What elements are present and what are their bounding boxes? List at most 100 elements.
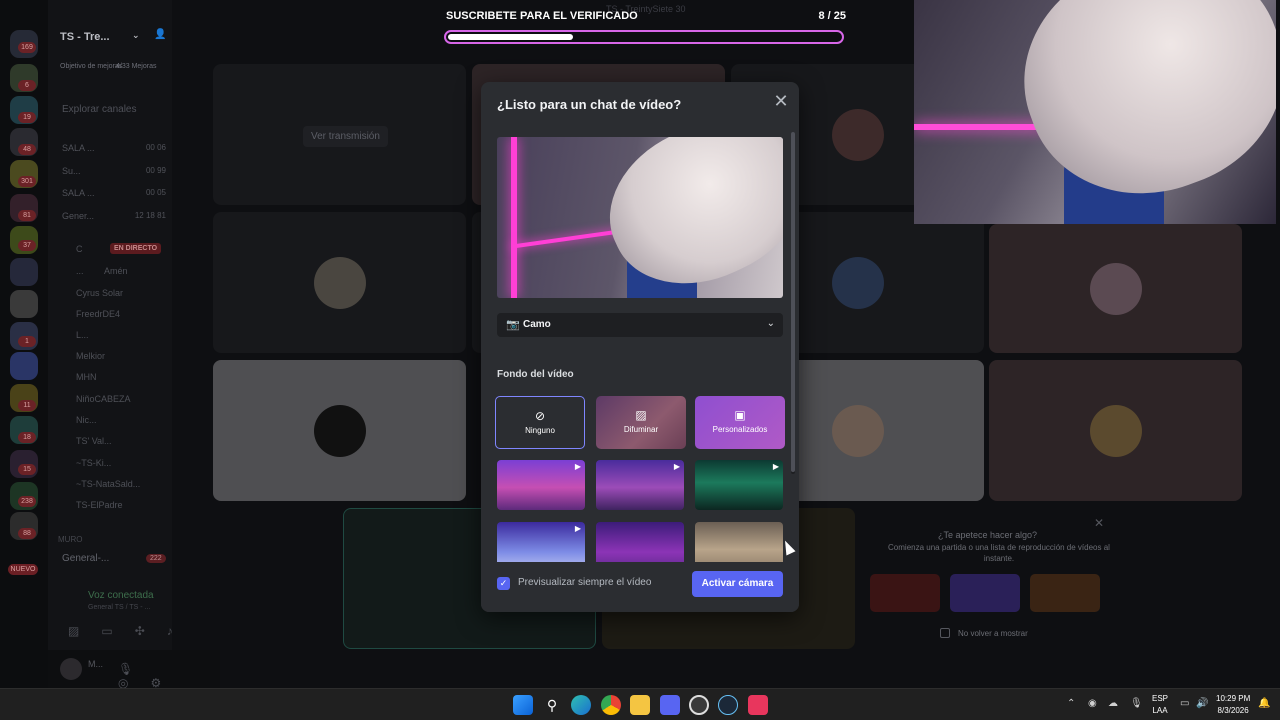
always-preview-checkbox[interactable]: ✓: [497, 577, 510, 590]
search-icon[interactable]: ⚲: [542, 695, 562, 715]
taskbar: ⚲ ⌃ ◉ ☁ 🎙 ESP LAA ▭ 🔊 10:29 PM 8/3/2026 🔔: [0, 688, 1280, 720]
video-tile[interactable]: Ver transmisión: [213, 64, 466, 205]
category-header[interactable]: MURO: [58, 535, 82, 544]
background-thumbnail[interactable]: ▶: [497, 460, 585, 510]
member-name: ...: [76, 266, 84, 276]
obs-icon[interactable]: [689, 695, 709, 715]
member-item[interactable]: TS' Val...: [76, 436, 184, 446]
soundboard-icon[interactable]: ♪: [167, 624, 195, 638]
member-item[interactable]: NiñoCABEZA: [76, 394, 184, 404]
server-name: TS - Tre...: [60, 31, 110, 43]
video-tile[interactable]: [989, 360, 1242, 501]
play-icon: ▶: [772, 462, 779, 471]
chevron-up-icon[interactable]: ⌃: [1067, 698, 1075, 709]
live-badge: EN DIRECTO: [110, 243, 162, 254]
channel-item[interactable]: SALA ... 00 06: [62, 143, 170, 153]
channel-count: 12 18 81: [134, 211, 166, 220]
member-item[interactable]: TS-ElPadre: [76, 500, 184, 510]
member-item[interactable]: Cyrus Solar: [76, 288, 184, 298]
discord-icon[interactable]: [660, 695, 680, 715]
folder-icon[interactable]: [630, 695, 650, 715]
tiktok-icon[interactable]: [748, 695, 768, 715]
background-none-option[interactable]: ⊘ Ninguno: [495, 396, 585, 449]
mic-icon[interactable]: 🎙: [1130, 698, 1143, 709]
avatar[interactable]: [60, 658, 82, 680]
banner-count: 8 / 25: [818, 10, 846, 22]
mic-icon[interactable]: 🎙: [118, 662, 155, 676]
channel-item[interactable]: SALA ... 00 05: [62, 188, 170, 198]
display-icon[interactable]: ▭: [1180, 698, 1189, 709]
watch-stream-button[interactable]: Ver transmisión: [303, 126, 388, 147]
explore-channels[interactable]: Explorar canales: [62, 104, 136, 115]
channel-count: 00 99: [145, 166, 166, 175]
server-icon[interactable]: [10, 352, 38, 380]
video-tile[interactable]: [989, 224, 1242, 353]
background-custom-option[interactable]: ▣ Personalizados: [695, 396, 785, 449]
add-person-icon[interactable]: 👤: [154, 29, 166, 40]
chrome-icon[interactable]: [601, 695, 621, 715]
server-badge: 1: [18, 336, 36, 347]
video-tile[interactable]: [213, 360, 466, 501]
close-icon[interactable]: ✕: [1094, 516, 1104, 530]
activate-camera-button[interactable]: Activar cámara: [692, 571, 783, 597]
close-icon[interactable]: ✕: [771, 91, 791, 111]
play-icon: ▶: [574, 524, 581, 533]
activity-icon[interactable]: ✣: [135, 624, 167, 638]
scrollbar[interactable]: [791, 132, 795, 474]
edge-icon[interactable]: [571, 695, 591, 715]
camera-preview: [497, 137, 783, 298]
background-thumbnail[interactable]: ▶: [695, 460, 783, 510]
member-item[interactable]: ~TS-NataSald...: [76, 479, 184, 489]
avatar: [831, 404, 884, 457]
server-badge: 238: [18, 496, 36, 507]
chevron-down-icon: ⌄: [766, 318, 775, 329]
server-icon[interactable]: [10, 290, 38, 318]
network-icon[interactable]: ◉: [1088, 698, 1097, 709]
avatar: [1089, 262, 1142, 315]
video-tile[interactable]: [213, 212, 466, 353]
channel-item[interactable]: General-...: [62, 553, 109, 564]
background-label: Fondo del vídeo: [497, 369, 574, 380]
server-badge: 19: [18, 112, 36, 123]
camera-select[interactable]: 📷 Camo ⌄: [497, 313, 783, 337]
steam-icon[interactable]: [718, 695, 738, 715]
member-item[interactable]: FreedrDE4: [76, 309, 184, 319]
server-header[interactable]: TS - Tre... ⌄ 👤: [48, 22, 172, 52]
volume-icon[interactable]: 🔊: [1196, 698, 1208, 709]
start-icon[interactable]: [513, 695, 533, 715]
channel-item[interactable]: Su... 00 99: [62, 166, 170, 176]
dont-show-checkbox[interactable]: [940, 628, 950, 638]
notification-icon[interactable]: 🔔: [1258, 698, 1270, 709]
member-item[interactable]: ~TS-Ki...: [76, 458, 184, 468]
member-item[interactable]: ... Amén: [76, 266, 184, 276]
server-badge: 15: [18, 464, 36, 475]
activity-card[interactable]: [870, 574, 940, 612]
scrollbar-thumb[interactable]: [791, 132, 795, 472]
camera-off-icon[interactable]: ▨: [68, 624, 101, 638]
background-blur-option[interactable]: ▨ Difuminar: [596, 396, 686, 449]
option-label: Personalizados: [712, 425, 768, 434]
always-preview-label[interactable]: Previsualizar siempre el vídeo: [518, 577, 651, 588]
channel-item[interactable]: Gener... 12 18 81: [62, 211, 170, 221]
boost-count: 4/33 Mejoras: [116, 63, 157, 70]
channel-label: SALA ...: [62, 143, 95, 153]
boost-goal[interactable]: Objetivo de mejoras 4/33 Mejoras: [60, 62, 170, 72]
screen-share-icon[interactable]: ▭: [101, 624, 134, 638]
activity-card[interactable]: [950, 574, 1020, 612]
activity-card[interactable]: [1030, 574, 1100, 612]
avatar: [831, 256, 884, 309]
member-item[interactable]: Nic...: [76, 415, 184, 425]
member-item[interactable]: L...: [76, 330, 184, 340]
voice-connected[interactable]: Voz conectada: [88, 590, 154, 601]
voice-controls[interactable]: ▨▭✣♪: [68, 624, 195, 638]
channel-label: Gener...: [62, 211, 95, 221]
member-item[interactable]: MHN: [76, 372, 184, 382]
clock[interactable]: 10:29 PM 8/3/2026: [1216, 693, 1250, 717]
cloud-icon[interactable]: ☁: [1108, 698, 1118, 709]
banner-title: SUSCRIBETE PARA EL VERIFICADO: [446, 10, 638, 22]
member-item[interactable]: Melkior: [76, 351, 184, 361]
dont-show-label[interactable]: No volver a mostrar: [958, 629, 1028, 638]
background-thumbnail[interactable]: ▶: [596, 460, 684, 510]
language-indicator[interactable]: ESP LAA: [1152, 693, 1168, 717]
server-icon[interactable]: [10, 258, 38, 286]
